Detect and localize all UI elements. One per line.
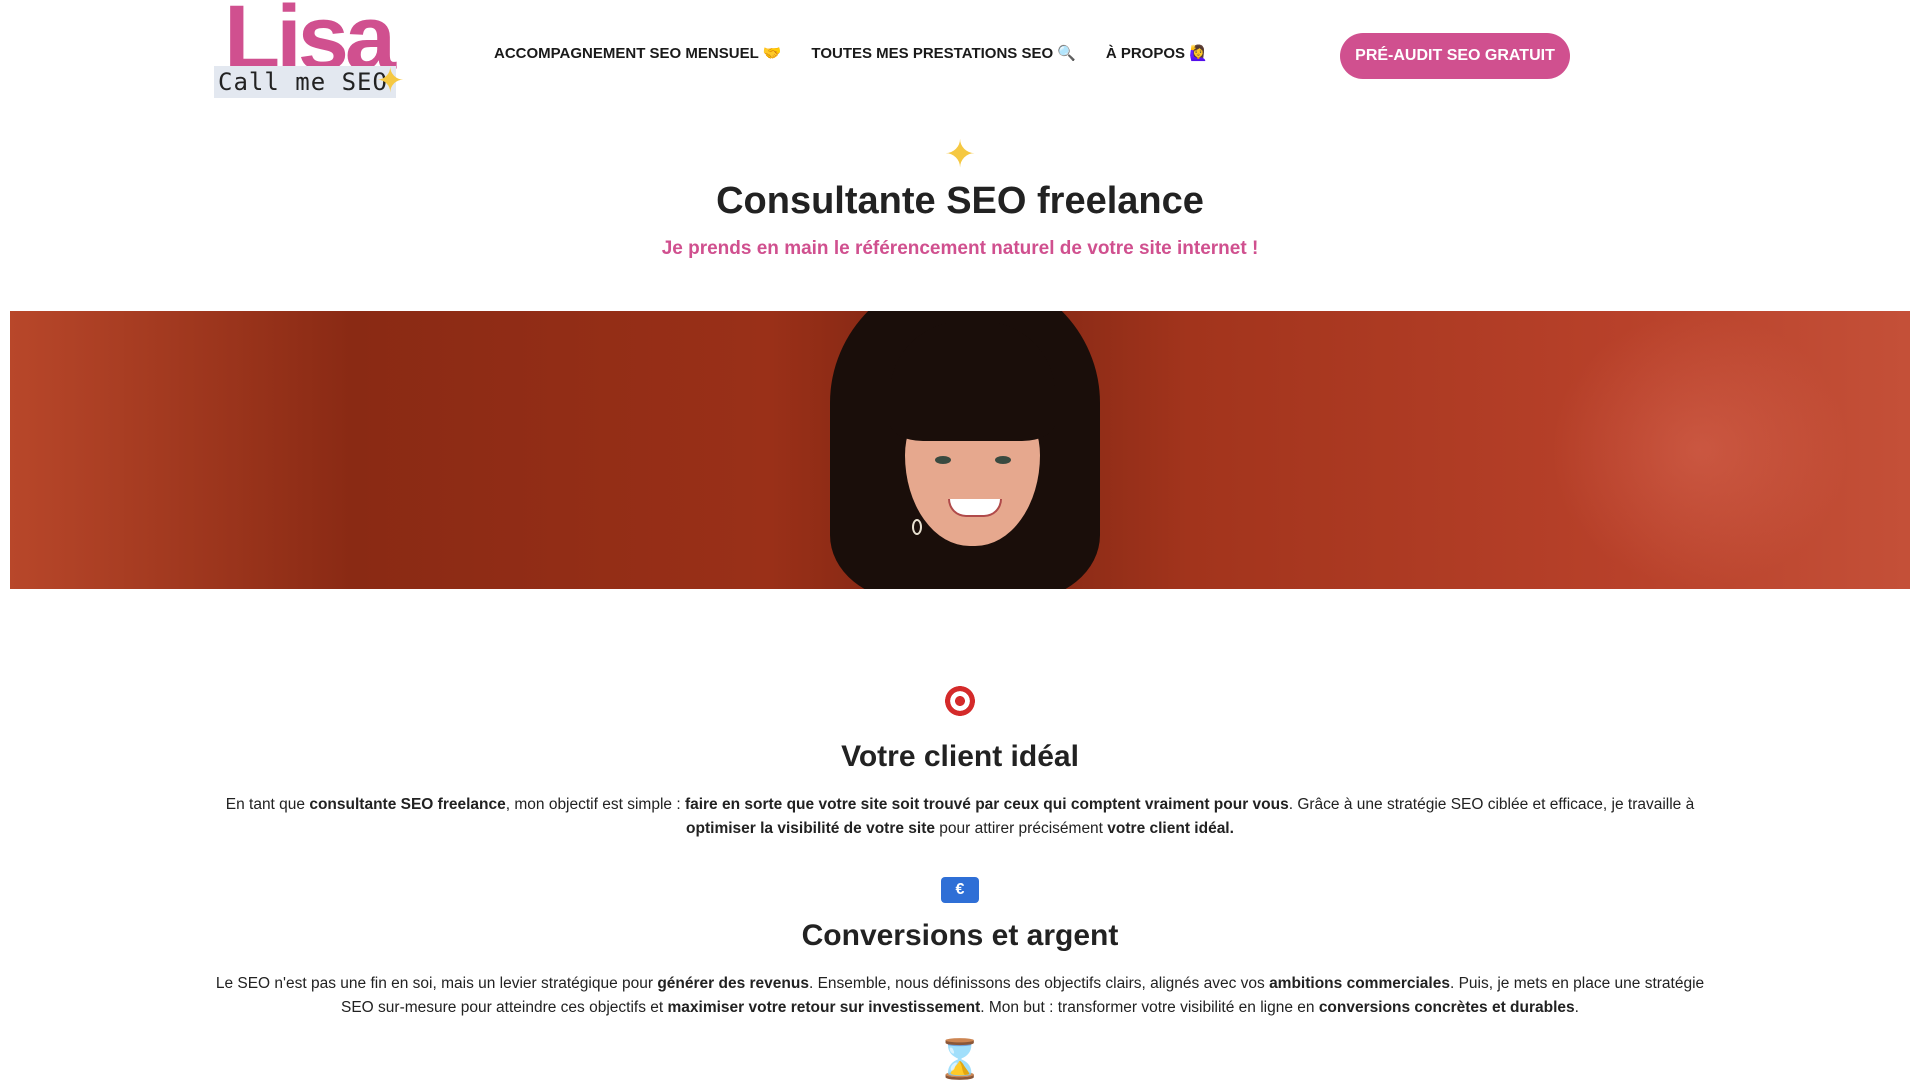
handshake-icon: 🤝 xyxy=(762,45,782,62)
page-subtitle: Je prends en main le référencement natur… xyxy=(661,238,1259,259)
nav-item-accompagnement[interactable]: ACCOMPAGNEMENT SEO MENSUEL 🤝 xyxy=(494,44,782,63)
site-header: Lisa Call me SEO ✦ ACCOMPAGNEMENT SEO ME… xyxy=(0,0,1920,120)
portrait-eye xyxy=(995,456,1011,464)
woman-raising-hand-icon: 🙋‍♀️ xyxy=(1189,45,1208,62)
magnifier-icon: 🔍 xyxy=(1057,45,1076,62)
euro-banknote-icon: € xyxy=(0,862,1920,903)
pre-audit-button[interactable]: PRÉ-AUDIT SEO GRATUIT xyxy=(1340,33,1570,79)
hero-banner-image xyxy=(10,311,1910,589)
target-icon xyxy=(0,682,1920,728)
banner-light xyxy=(1550,311,1850,589)
nav-item-label: À PROPOS xyxy=(1105,44,1185,62)
sparkle-icon: ✦ xyxy=(944,134,976,176)
section-title: Votre client idéal xyxy=(841,740,1079,773)
nav-item-a-propos[interactable]: À PROPOS 🙋‍♀️ xyxy=(1105,44,1208,63)
site-logo[interactable]: Lisa Call me SEO ✦ xyxy=(214,0,414,112)
nav-item-label: ACCOMPAGNEMENT SEO MENSUEL xyxy=(494,44,759,62)
sparkle-icon: ✦ xyxy=(376,62,405,100)
nav-item-label: TOUTES MES PRESTATIONS SEO xyxy=(811,44,1054,62)
portrait-photo xyxy=(830,311,1100,589)
section-text: En tant que consultante SEO freelance, m… xyxy=(225,796,1695,837)
logo-tagline: Call me SEO xyxy=(214,66,396,98)
page-title: Consultante SEO freelance xyxy=(716,180,1204,222)
portrait-earring xyxy=(912,519,922,535)
section-title: Conversions et argent xyxy=(801,919,1119,952)
section-text: Le SEO n'est pas une fin en soi, mais un… xyxy=(215,975,1705,1016)
hourglass-icon: ⌛ xyxy=(936,1039,984,1080)
main-nav: ACCOMPAGNEMENT SEO MENSUEL 🤝 TOUTES MES … xyxy=(494,44,1208,63)
nav-item-prestations[interactable]: TOUTES MES PRESTATIONS SEO 🔍 xyxy=(811,44,1076,63)
portrait-eye xyxy=(935,456,951,464)
portrait-bangs xyxy=(890,321,1055,441)
